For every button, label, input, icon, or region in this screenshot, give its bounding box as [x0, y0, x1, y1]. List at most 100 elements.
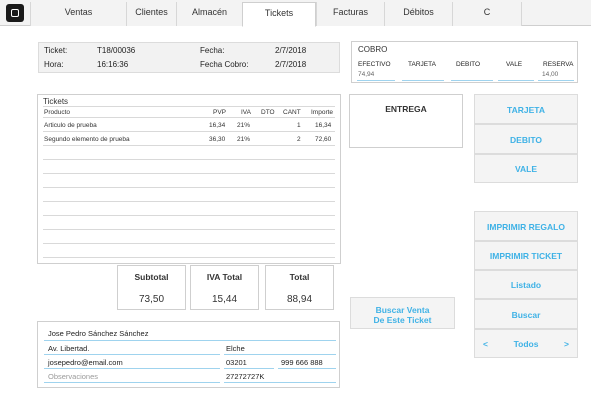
next-icon[interactable]: >: [564, 330, 569, 359]
tab-c[interactable]: C: [452, 2, 522, 26]
subtotal-value: 73,50: [138, 294, 165, 305]
listado-label: Listado: [510, 280, 542, 290]
row-importe: 16,34: [315, 122, 332, 129]
buscar-label: Buscar: [511, 310, 541, 320]
column-header-producto: Producto: [44, 109, 71, 116]
total-label: Total: [289, 272, 310, 282]
divider: [43, 215, 335, 216]
row-iva: 21%: [237, 136, 251, 143]
customer-address[interactable]: Av. Libertad.: [48, 344, 89, 353]
ticket-info-panel: Ticket: T18/00036 Hora: 16:16:36 Fecha: …: [38, 42, 340, 73]
row-cant: 1: [297, 122, 301, 129]
column-header-pvp: PVP: [213, 109, 227, 116]
divider: [43, 159, 335, 160]
column-header-importe: Importe: [311, 109, 334, 116]
buscar-venta-label-line1: Buscar Venta: [375, 305, 430, 315]
customer-phone[interactable]: 999 666 888: [281, 358, 323, 367]
observaciones-field-underline: [44, 382, 220, 383]
vale-button[interactable]: VALE: [474, 154, 578, 183]
divider: [43, 173, 335, 174]
cobro-header-efectivo: EFECTIVO: [358, 61, 391, 68]
cobro-vale-field[interactable]: [498, 80, 534, 81]
customer-name[interactable]: Jose Pedro Sánchez Sánchez: [48, 329, 148, 338]
divider: [43, 131, 335, 132]
iva-total-value: 15,44: [211, 294, 238, 305]
hora-value: 16:16:36: [97, 60, 129, 69]
listado-button[interactable]: Listado: [474, 270, 578, 299]
ticket-number: T18/00036: [97, 46, 136, 55]
divider: [43, 117, 335, 118]
entrega-panel[interactable]: ENTREGA: [349, 94, 463, 148]
cobro-reserva-field[interactable]: [538, 80, 574, 81]
tab-almacen[interactable]: Almacén: [176, 2, 242, 26]
tarjeta-button[interactable]: TARJETA: [474, 94, 578, 124]
cobro-header-reserva: RESERVA: [543, 61, 574, 68]
customer-phone-field-underline: [278, 368, 336, 369]
tickets-title: Tickets: [43, 97, 69, 106]
tab-debitos[interactable]: Débitos: [384, 2, 452, 26]
customer-postal-code[interactable]: 03201: [226, 358, 247, 367]
customer-panel: Jose Pedro Sánchez Sánchez Av. Libertad.…: [37, 321, 340, 388]
divider: [43, 106, 335, 107]
row-producto: Segundo elemento de prueba: [44, 136, 130, 143]
imprimir-ticket-button[interactable]: IMPRIMIR TICKET: [474, 241, 578, 270]
customer-city-field-underline: [224, 354, 336, 355]
vale-button-label: VALE: [514, 164, 538, 174]
tarjeta-button-label: TARJETA: [507, 105, 545, 115]
row-importe: 72,60: [315, 136, 332, 143]
ticket-label: Ticket:: [44, 46, 68, 55]
customer-name-field-underline: [44, 340, 336, 341]
tickets-table-panel: Tickets Producto PVP IVA DTO CANT Import…: [37, 94, 341, 264]
imprimir-regalo-label: IMPRIMIR REGALO: [487, 222, 565, 232]
cobro-header-debito: DEBITO: [456, 61, 481, 68]
tab-ventas[interactable]: Ventas: [30, 2, 126, 26]
buscar-button[interactable]: Buscar: [474, 299, 578, 329]
fecha-cobro-value: 2/7/2018: [275, 60, 307, 69]
cobro-reserva-value[interactable]: 14,00: [542, 71, 558, 78]
column-header-dto: DTO: [261, 109, 275, 116]
debito-button-label: DEBITO: [510, 135, 542, 145]
cobro-efectivo-field[interactable]: [357, 80, 395, 81]
imprimir-regalo-button[interactable]: IMPRIMIR REGALO: [474, 211, 578, 241]
divider: [43, 229, 335, 230]
tab-facturas[interactable]: Facturas: [316, 2, 384, 26]
row-iva: 21%: [237, 122, 251, 129]
total-box: Total 88,94: [265, 265, 334, 310]
subtotal-label: Subtotal: [134, 272, 169, 282]
divider: [43, 243, 335, 244]
cobro-tarjeta-field[interactable]: [402, 80, 444, 81]
imprimir-ticket-label: IMPRIMIR TICKET: [489, 251, 563, 261]
tab-tickets[interactable]: Tickets: [242, 2, 316, 27]
cobro-efectivo-value[interactable]: 74,94: [358, 71, 374, 78]
hora-label: Hora:: [44, 60, 64, 69]
debito-button[interactable]: DEBITO: [474, 124, 578, 154]
fecha-cobro-label: Fecha Cobro:: [200, 60, 249, 69]
entrega-label: ENTREGA: [385, 104, 427, 114]
iva-total-box: IVA Total 15,44: [190, 265, 259, 310]
cobro-panel: COBRO EFECTIVO TARJETA DEBITO VALE RESER…: [351, 41, 578, 83]
cobro-header-tarjeta: TARJETA: [408, 61, 436, 68]
row-cant: 2: [297, 136, 301, 143]
fecha-label: Fecha:: [200, 46, 225, 55]
top-tab-bar: Ventas Clientes Almacén Tickets Facturas…: [0, 0, 591, 27]
customer-nif[interactable]: 27272727K: [226, 372, 264, 381]
column-header-cant: CANT: [283, 109, 301, 116]
todos-navigator: < Todos >: [474, 329, 578, 358]
observaciones-field[interactable]: Observaciones: [48, 372, 98, 381]
subtotal-box: Subtotal 73,50: [117, 265, 186, 310]
app-logo-icon[interactable]: [6, 4, 24, 22]
todos-button[interactable]: Todos: [475, 330, 577, 359]
customer-email[interactable]: josepedro@email.com: [48, 358, 123, 367]
divider: [43, 257, 335, 258]
buscar-venta-label-line2: De Este Ticket: [373, 315, 432, 325]
tab-clientes[interactable]: Clientes: [126, 2, 176, 26]
row-producto: Articulo de prueba: [44, 122, 97, 129]
customer-city[interactable]: Elche: [226, 344, 245, 353]
buscar-venta-button[interactable]: Buscar Venta De Este Ticket: [350, 297, 455, 329]
row-pvp: 16,34: [209, 122, 226, 129]
divider: [43, 201, 335, 202]
row-pvp: 36,30: [209, 136, 226, 143]
divider: [43, 145, 335, 146]
cobro-debito-field[interactable]: [451, 80, 493, 81]
divider: [43, 187, 335, 188]
